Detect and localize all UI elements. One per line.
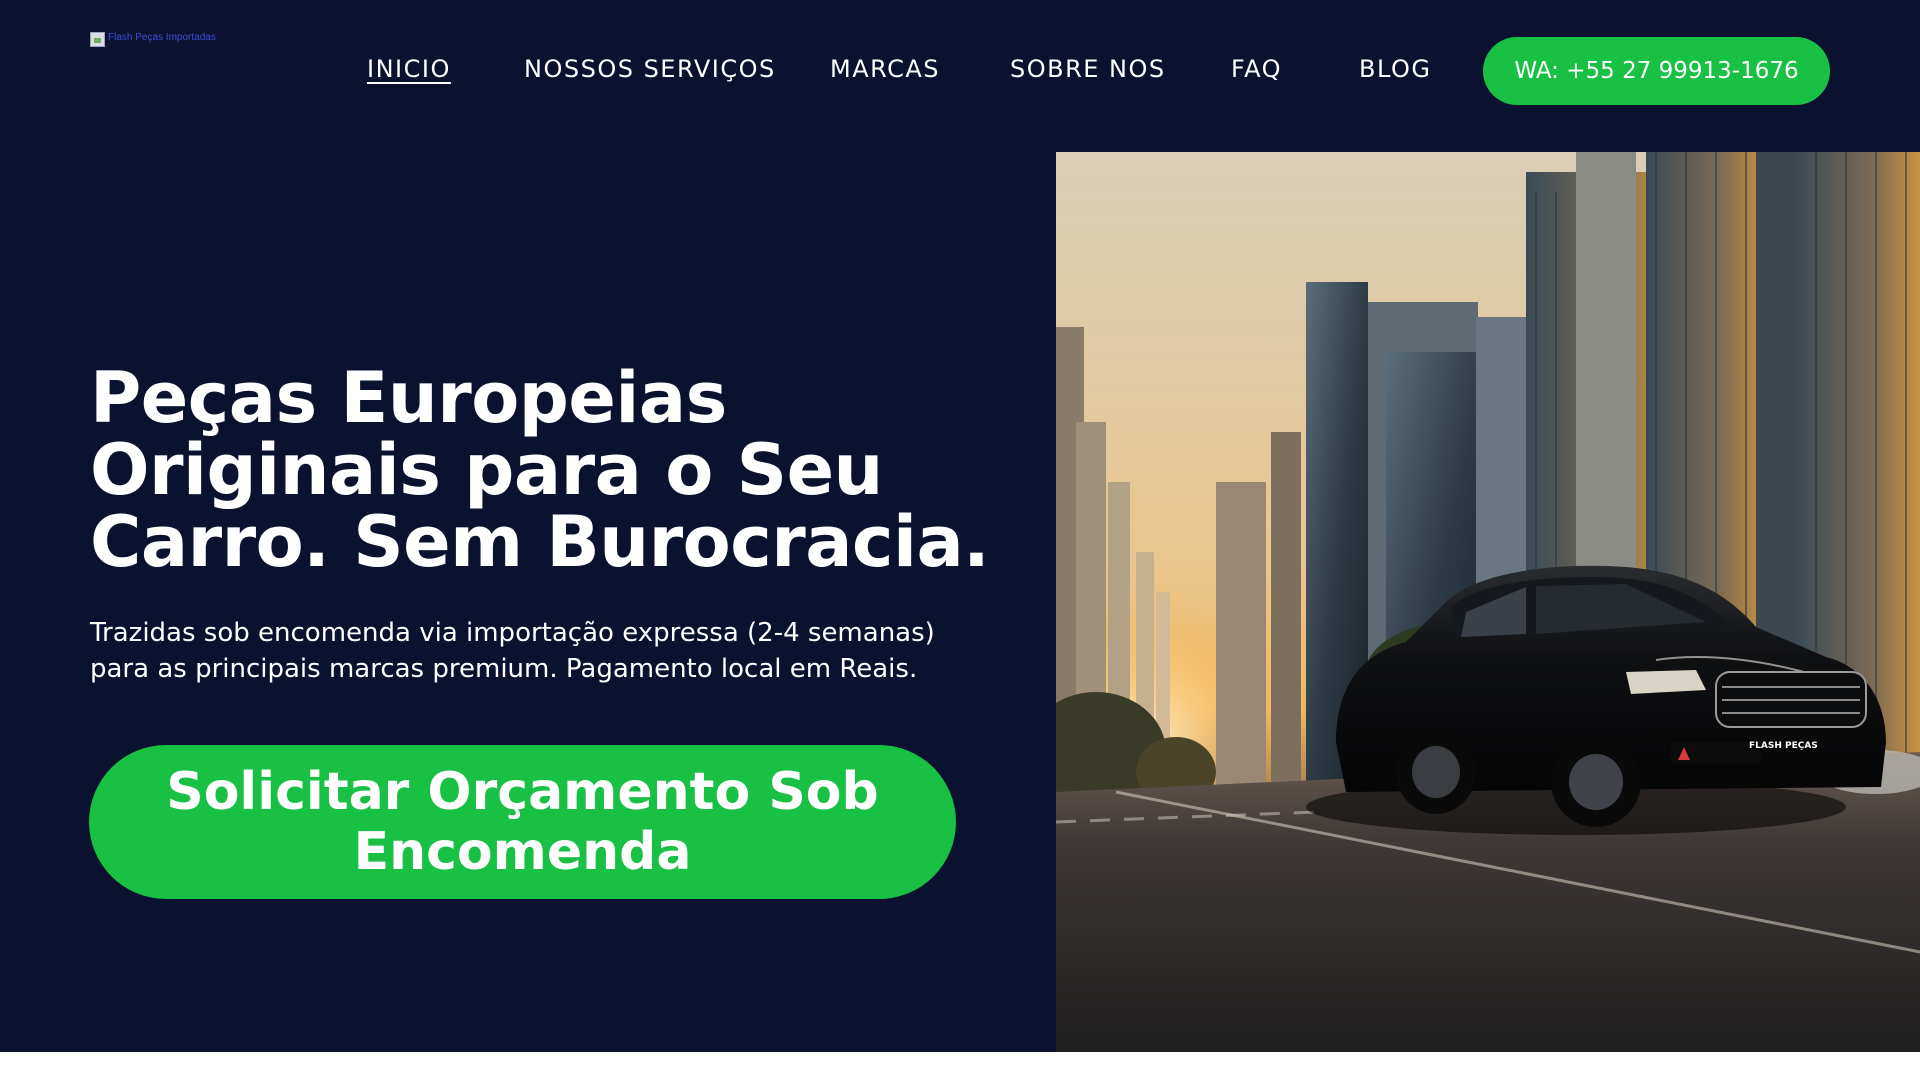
request-quote-button[interactable]: Solicitar Orçamento Sob Encomenda: [89, 745, 956, 899]
hero-section: Flash Peças Importadas INICIO NOSSOS SER…: [0, 0, 1920, 1052]
nav-item-marcas[interactable]: MARCAS: [830, 52, 940, 86]
page: Flash Peças Importadas INICIO NOSSOS SER…: [0, 0, 1920, 1080]
nav-item-inicio[interactable]: INICIO: [367, 52, 451, 86]
nav-item-sobre-nos[interactable]: SOBRE NOS: [1010, 52, 1166, 86]
hero-title: Peças Europeias Originais para o Seu Car…: [90, 357, 990, 583]
nav-item-faq[interactable]: FAQ: [1231, 52, 1282, 86]
hero-image: FLASH PEÇAS: [1056, 152, 1920, 1052]
logo-alt-text: Flash Peças Importadas: [108, 32, 216, 43]
whatsapp-button[interactable]: WA: +55 27 99913-1676: [1483, 37, 1830, 105]
nav-item-blog[interactable]: BLOG: [1359, 52, 1431, 86]
logo[interactable]: Flash Peças Importadas: [90, 32, 216, 47]
hero-subtitle: Trazidas sob encomenda via importação ex…: [90, 618, 935, 684]
license-plate-text: FLASH PEÇAS: [1749, 741, 1818, 751]
broken-image-icon: [90, 32, 105, 47]
nav-item-nossos-servicos[interactable]: NOSSOS SERVIÇOS: [524, 52, 776, 86]
site-header: Flash Peças Importadas INICIO NOSSOS SER…: [0, 0, 1920, 140]
